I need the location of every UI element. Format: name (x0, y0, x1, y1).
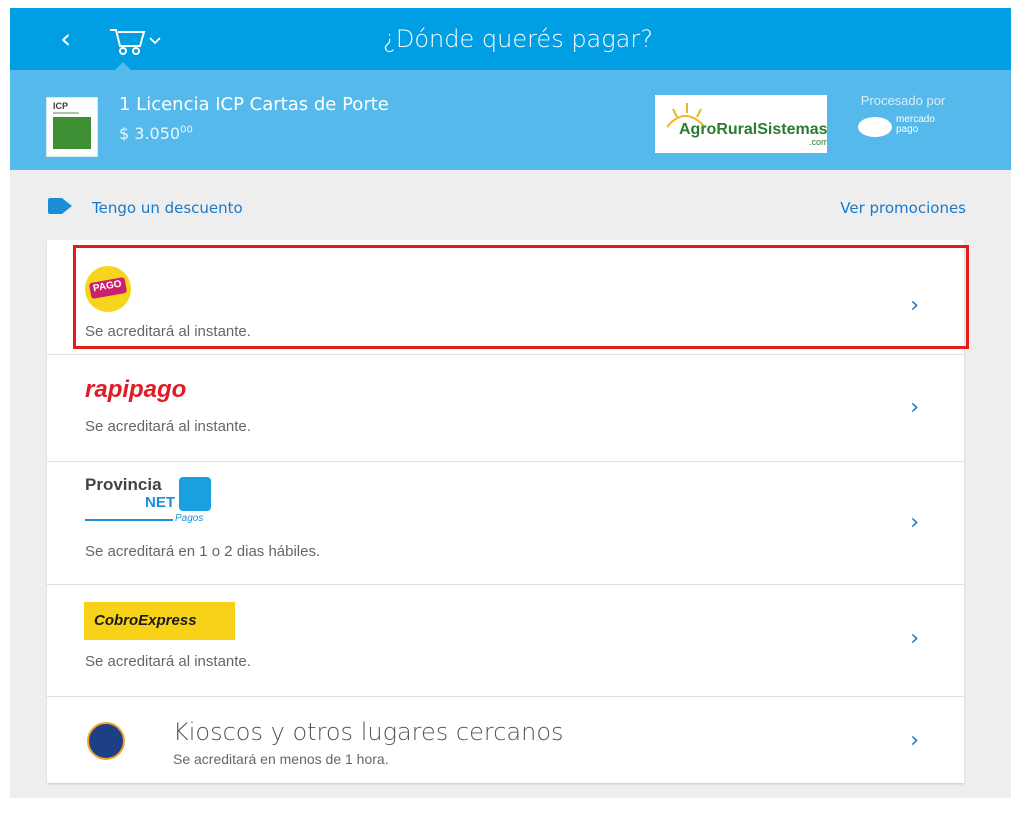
option-description: Se acreditará al instante. (85, 653, 251, 670)
item-price: $ 3.05000 (119, 124, 193, 143)
product-thumbnail: ICP (46, 97, 98, 157)
seller-name: AgroRuralSistemas .com (679, 121, 827, 147)
pagofacil-logo: PAGO (85, 266, 131, 312)
tag-icon[interactable] (46, 196, 74, 216)
carga-virtual-icon (87, 722, 125, 760)
cobroexpress-logo: CobroExpress (84, 602, 235, 640)
product-thumb-label: ICP (53, 101, 69, 111)
chevron-right-icon: › (910, 293, 919, 318)
handshake-icon (858, 117, 892, 137)
option-description: Se acreditará en menos de 1 hora. (173, 751, 389, 767)
payment-option-provincianet[interactable]: Provincia NET Pagos Se acreditará en 1 o… (47, 461, 964, 585)
chevron-right-icon: › (910, 626, 919, 651)
page: ‹ ¿Dónde querés pagar? ICP 1 Licencia IC… (0, 0, 1034, 813)
promotions-link[interactable]: Ver promociones (840, 199, 966, 217)
cart-button[interactable] (108, 22, 166, 56)
back-button[interactable]: ‹ (60, 25, 71, 53)
payment-option-rapipago[interactable]: rapipago Se acreditará al instante. › (47, 354, 964, 462)
rapipago-logo: rapipago (85, 376, 187, 403)
seller-logo: AgroRuralSistemas .com (655, 95, 827, 153)
kiosk-title: Kioscos y otros lugares cercanos (173, 718, 564, 746)
payment-option-kiosks[interactable]: Kioscos y otros lugares cercanos Se acre… (47, 696, 964, 783)
payment-options-list: PAGO Se acreditará al instante. › rapipa… (47, 240, 964, 783)
item-name: 1 Licencia ICP Cartas de Porte (119, 94, 389, 115)
payment-option-cobroexpress[interactable]: CobroExpress Se acreditará al instante. … (47, 584, 964, 697)
chevron-left-icon: ‹ (60, 22, 72, 55)
header-bar: ‹ ¿Dónde querés pagar? (10, 8, 1011, 71)
discount-link[interactable]: Tengo un descuento (92, 199, 243, 217)
order-summary: ICP 1 Licencia ICP Cartas de Porte $ 3.0… (10, 70, 1011, 170)
mercadopago-logo: mercado pago (858, 113, 958, 139)
option-description: Se acreditará al instante. (85, 418, 251, 435)
option-description: Se acreditará al instante. (85, 323, 251, 340)
checkout-panel: ‹ ¿Dónde querés pagar? ICP 1 Licencia IC… (10, 8, 1011, 798)
processed-by-label: Procesado por (860, 93, 946, 108)
provincianet-logo: Provincia NET Pagos (85, 475, 225, 533)
chevron-right-icon: › (910, 395, 919, 420)
chevron-right-icon: › (910, 728, 919, 753)
provincia-p-icon (179, 477, 211, 511)
payment-option-pagofacil[interactable]: PAGO Se acreditará al instante. › (47, 240, 964, 355)
page-title: ¿Dónde querés pagar? (383, 25, 653, 53)
cart-icon (110, 29, 161, 55)
discount-row: Tengo un descuento Ver promociones (46, 193, 966, 223)
option-description: Se acreditará en 1 o 2 dias hábiles. (85, 543, 321, 560)
chevron-right-icon: › (910, 510, 919, 535)
